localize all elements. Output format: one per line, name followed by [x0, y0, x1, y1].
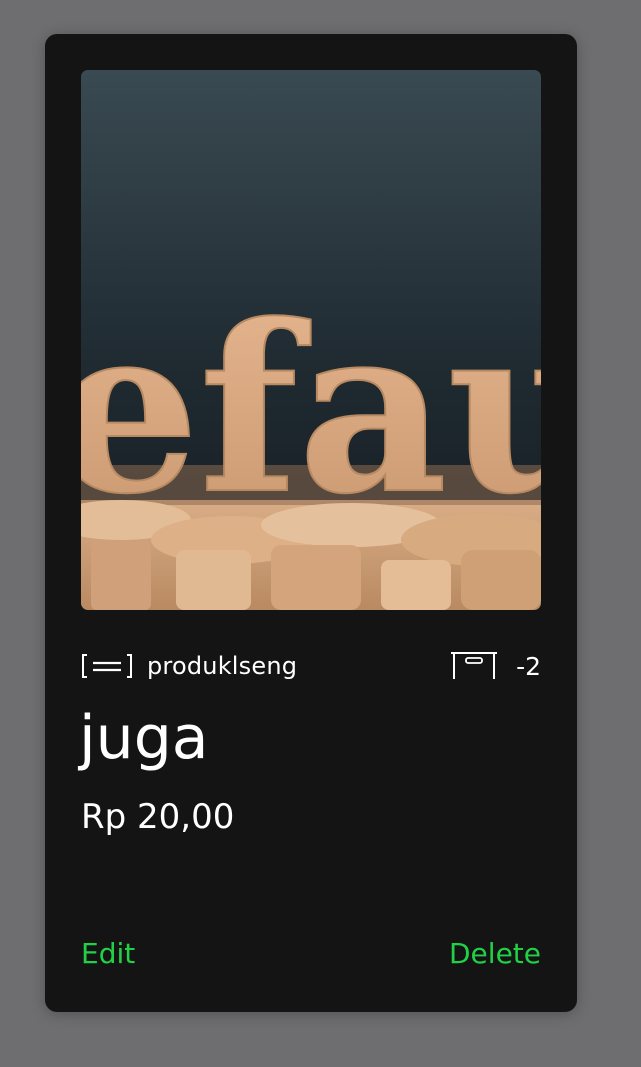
stock-box-icon — [450, 651, 498, 681]
product-image: efau — [81, 70, 541, 610]
category-icon — [81, 652, 133, 680]
product-stock: -2 — [450, 648, 541, 684]
product-name: juga — [79, 703, 209, 773]
product-price: Rp 20,00 — [81, 797, 235, 837]
edit-button[interactable]: Edit — [81, 934, 135, 974]
product-card: efau produklseng -2 juga Rp 20,00 Edit D… — [45, 34, 577, 1012]
category-label: produklseng — [147, 652, 298, 680]
delete-button[interactable]: Delete — [449, 934, 541, 974]
stock-count: -2 — [516, 651, 541, 681]
svg-text:efau: efau — [81, 275, 541, 545]
product-category: produklseng — [81, 648, 297, 684]
product-meta-row: produklseng -2 — [81, 648, 541, 684]
